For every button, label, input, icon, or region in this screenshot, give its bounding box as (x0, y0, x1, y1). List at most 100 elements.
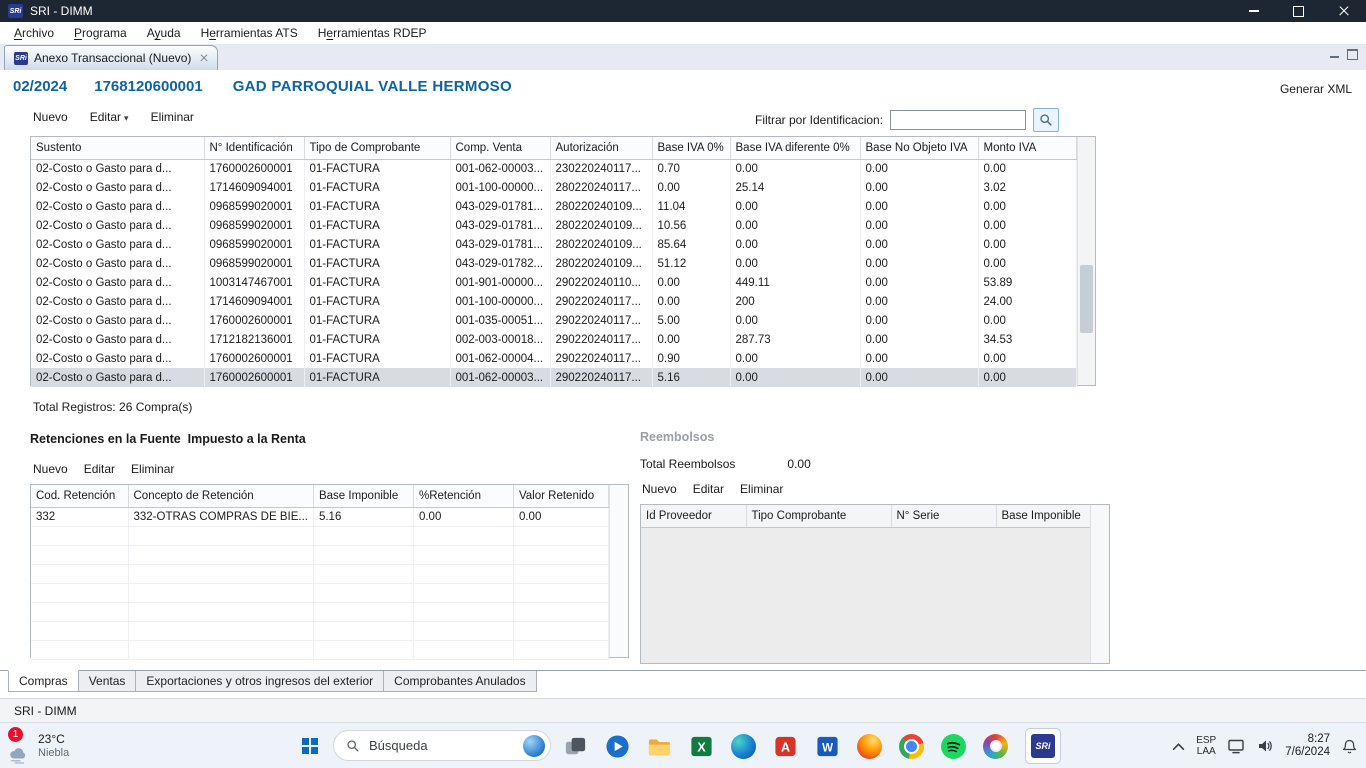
cell: 02-Costo o Gasto para d... (31, 292, 204, 311)
close-button[interactable] (1321, 0, 1366, 22)
color-ball-icon[interactable] (983, 734, 1008, 759)
minimize-button[interactable] (1231, 0, 1276, 22)
column-header-id-proveedor[interactable]: Id Proveedor (641, 505, 746, 527)
table-row[interactable]: 02-Costo o Gasto para d...17600026000010… (31, 368, 1076, 387)
column-header-concepto-de-retenci-n[interactable]: Concepto de Retención (128, 485, 313, 507)
nuevo-button[interactable]: Nuevo (33, 110, 68, 124)
spotify-icon[interactable] (941, 734, 966, 759)
column-header-comp-venta[interactable]: Comp. Venta (450, 137, 550, 159)
reembolsos-nuevo-button[interactable]: Nuevo (642, 482, 677, 496)
bottom-tab-comprobantes-anulados[interactable]: Comprobantes Anulados (383, 671, 536, 692)
editar-button[interactable]: Editar▾ (90, 110, 129, 124)
adobe-reader-icon[interactable]: A (773, 734, 798, 759)
column-header-tipo-de-comprobante[interactable]: Tipo de Comprobante (304, 137, 450, 159)
taskbar-search[interactable]: Búsqueda (333, 730, 551, 761)
table-row[interactable]: 02-Costo o Gasto para d...17121821360010… (31, 330, 1076, 349)
empty-row[interactable] (31, 526, 608, 545)
menu-item-archivo[interactable]: Archivo (4, 26, 64, 40)
volume-icon[interactable] (1256, 737, 1274, 755)
word-icon[interactable]: W (815, 734, 840, 759)
network-icon[interactable] (1227, 737, 1245, 755)
edge-icon[interactable] (731, 734, 756, 759)
movies-tv-icon[interactable] (605, 734, 630, 759)
hidden-icons-chevron[interactable] (1172, 742, 1185, 751)
compras-table-scrollbar[interactable] (1077, 137, 1095, 385)
column-header-base-iva-diferente-0[interactable]: Base IVA diferente 0% (730, 137, 860, 159)
empty-row[interactable] (31, 602, 608, 621)
view-tab-anexo-transaccional[interactable]: SRi Anexo Transaccional (Nuevo) (4, 45, 218, 70)
cell: 0.00 (730, 235, 860, 254)
column-header-monto-iva[interactable]: Monto IVA (978, 137, 1076, 159)
table-row[interactable]: 02-Costo o Gasto para d...17600026000010… (31, 311, 1076, 330)
filter-search-button[interactable] (1033, 108, 1059, 132)
scrollbar-thumb[interactable] (1080, 265, 1093, 333)
empty-row[interactable] (31, 564, 608, 583)
retenciones-table-scrollbar[interactable] (609, 485, 628, 657)
menu-item-herramientas-rdep[interactable]: Herramientas RDEP (308, 26, 437, 40)
column-header-sustento[interactable]: Sustento (31, 137, 204, 159)
column-header-n-identificaci-n[interactable]: N° Identificación (204, 137, 304, 159)
column-header-base-imponible[interactable]: Base Imponible (996, 505, 1091, 527)
tab-close-icon[interactable] (199, 54, 208, 63)
empty-row[interactable] (31, 621, 608, 640)
app-logo-icon: SRi (8, 4, 23, 18)
view-maximize-icon[interactable] (1347, 49, 1358, 60)
menu-item-programa[interactable]: Programa (64, 26, 137, 40)
table-row[interactable]: 02-Costo o Gasto para d...17600026000010… (31, 159, 1076, 178)
table-row[interactable]: 02-Costo o Gasto para d...09685990200010… (31, 216, 1076, 235)
chrome-icon[interactable] (899, 734, 924, 759)
task-view-icon[interactable] (563, 734, 588, 759)
language-indicator[interactable]: ESPLAA (1196, 735, 1216, 757)
eliminar-button[interactable]: Eliminar (151, 110, 194, 124)
reembolsos-editar-button[interactable]: Editar (693, 482, 724, 496)
column-header-base-imponible[interactable]: Base Imponible (313, 485, 413, 507)
column-header-cod-retenci-n[interactable]: Cod. Retención (31, 485, 128, 507)
bottom-tab-ventas[interactable]: Ventas (78, 671, 137, 692)
table-row[interactable]: 02-Costo o Gasto para d...09685990200010… (31, 235, 1076, 254)
reembolsos-eliminar-button[interactable]: Eliminar (740, 482, 783, 496)
column-header-tipo-comprobante[interactable]: Tipo Comprobante (746, 505, 891, 527)
retenciones-nuevo-button[interactable]: Nuevo (33, 462, 68, 476)
column-header-base-iva-0[interactable]: Base IVA 0% (652, 137, 730, 159)
view-minimize-icon[interactable] (1330, 50, 1339, 59)
bottom-tab-exportaciones-y-otros-ingresos-del-exterior[interactable]: Exportaciones y otros ingresos del exter… (135, 671, 384, 692)
retenciones-editar-button[interactable]: Editar (84, 462, 115, 476)
empty-row[interactable] (31, 545, 608, 564)
table-row[interactable]: 332332-OTRAS COMPRAS DE BIE...5.160.000.… (31, 507, 608, 526)
menu-item-herramientas-ats[interactable]: Herramientas ATS (191, 26, 308, 40)
table-row[interactable]: 02-Costo o Gasto para d...10031474670010… (31, 273, 1076, 292)
table-row[interactable]: 02-Costo o Gasto para d...17146090940010… (31, 178, 1076, 197)
file-explorer-icon[interactable] (647, 734, 672, 759)
table-row[interactable]: 02-Costo o Gasto para d...17600026000010… (31, 349, 1076, 368)
column-header-valor-retenido[interactable]: Valor Retenido (513, 485, 608, 507)
notification-bell-icon[interactable] (1341, 738, 1358, 755)
bottom-tab-compras[interactable]: Compras (8, 670, 79, 692)
weather-widget[interactable]: 1 23°C Niebla (6, 725, 69, 767)
cell: 5.16 (652, 368, 730, 387)
empty-row[interactable] (31, 640, 608, 659)
empty-row[interactable] (31, 583, 608, 602)
column-header-retenci-n[interactable]: %Retención (413, 485, 513, 507)
generar-xml-button[interactable]: Generar XML (1280, 82, 1352, 96)
reembolsos-table-scrollbar[interactable] (1090, 505, 1109, 663)
column-header-autorizaci-n[interactable]: Autorización (550, 137, 652, 159)
excel-icon[interactable]: X (689, 734, 714, 759)
table-row[interactable]: 02-Costo o Gasto para d...09685990200010… (31, 254, 1076, 273)
column-header-n-serie[interactable]: N° Serie (891, 505, 996, 527)
table-row[interactable]: 02-Costo o Gasto para d...17146090940010… (31, 292, 1076, 311)
cell: 001-901-00000... (450, 273, 550, 292)
retenciones-eliminar-button[interactable]: Eliminar (131, 462, 174, 476)
maximize-button[interactable] (1276, 0, 1321, 22)
clock[interactable]: 8:277/6/2024 (1285, 733, 1330, 760)
search-highlight-icon[interactable] (523, 735, 545, 757)
sri-tab-icon: SRi (14, 52, 28, 65)
cell: 01-FACTURA (304, 254, 450, 273)
table-row[interactable]: 02-Costo o Gasto para d...09685990200010… (31, 197, 1076, 216)
cell: 0.00 (860, 349, 978, 368)
column-header-base-no-objeto-iva[interactable]: Base No Objeto IVA (860, 137, 978, 159)
firefox-icon[interactable] (857, 734, 882, 759)
start-button[interactable] (294, 730, 326, 762)
menu-item-ayuda[interactable]: Ayuda (137, 26, 191, 40)
filter-input[interactable] (890, 110, 1026, 130)
sri-icon[interactable]: SRi (1025, 728, 1061, 764)
